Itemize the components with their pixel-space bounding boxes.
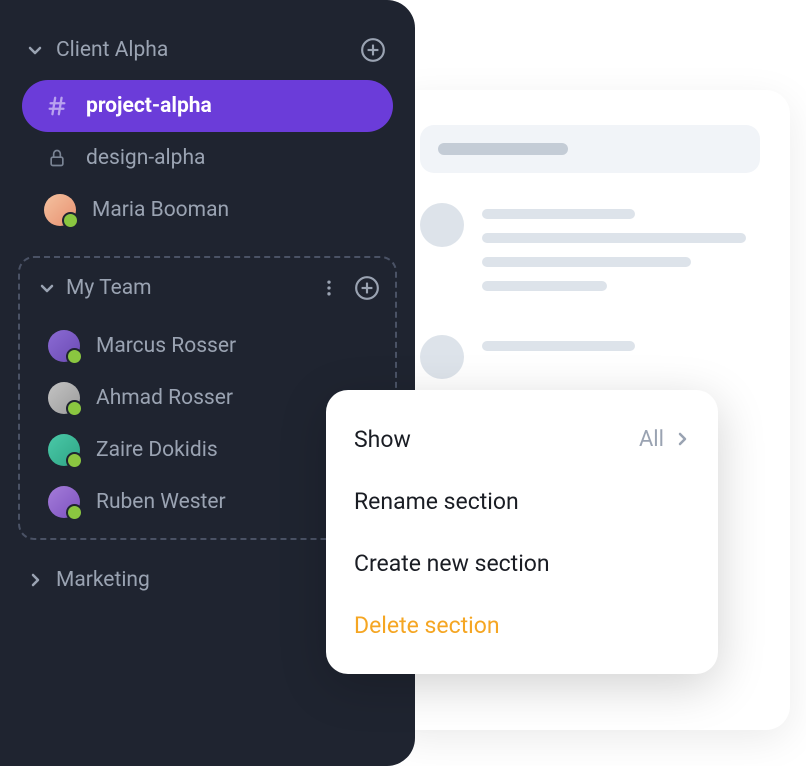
dm-marcus-rosser[interactable]: Marcus Rosser <box>32 320 383 372</box>
skeleton-line <box>482 209 635 219</box>
skeleton-line <box>482 233 746 243</box>
channel-project-alpha[interactable]: project-alpha <box>22 80 393 132</box>
avatar-skeleton <box>420 203 464 247</box>
section-header-client-alpha[interactable]: Client Alpha <box>18 28 397 72</box>
skeleton-line <box>482 281 607 291</box>
chevron-right-icon <box>26 571 44 589</box>
add-channel-button[interactable] <box>359 36 387 64</box>
avatar <box>48 330 80 362</box>
channel-label: design-alpha <box>86 146 205 170</box>
avatar-skeleton <box>420 335 464 379</box>
channel-design-alpha[interactable]: design-alpha <box>22 132 393 184</box>
avatar <box>48 382 80 414</box>
avatar <box>48 434 80 466</box>
channel-label: project-alpha <box>86 94 212 118</box>
lines-skeleton <box>482 335 760 379</box>
section-title: My Team <box>66 276 305 300</box>
user-label: Maria Booman <box>92 198 229 222</box>
section-header-my-team[interactable]: My Team <box>28 264 387 312</box>
menu-label: Rename section <box>354 488 690 515</box>
chevron-right-icon <box>674 426 690 453</box>
hash-icon <box>44 95 70 117</box>
user-label: Ahmad Rosser <box>96 386 233 410</box>
search-placeholder-bar <box>420 125 760 173</box>
message-skeleton <box>420 203 760 305</box>
lock-icon <box>44 148 70 168</box>
menu-item-create-new-section[interactable]: Create new section <box>326 532 718 594</box>
user-label: Zaire Dokidis <box>96 438 218 462</box>
chevron-down-icon <box>26 41 44 59</box>
add-member-button[interactable] <box>353 274 381 302</box>
menu-label: Create new section <box>354 550 690 577</box>
menu-item-rename-section[interactable]: Rename section <box>326 470 718 532</box>
section-context-menu: Show All Rename section Create new secti… <box>326 390 718 674</box>
lines-skeleton <box>482 203 760 305</box>
dm-maria-booman[interactable]: Maria Booman <box>22 184 393 236</box>
menu-label: Show <box>354 426 629 453</box>
user-label: Ruben Wester <box>96 490 226 514</box>
skeleton-line <box>482 257 691 267</box>
menu-label: Delete section <box>354 612 690 639</box>
avatar <box>44 194 76 226</box>
chevron-down-icon <box>38 279 56 297</box>
menu-item-show[interactable]: Show All <box>326 408 718 470</box>
more-options-button[interactable] <box>315 274 343 302</box>
message-skeleton <box>420 335 760 379</box>
menu-value: All <box>639 427 664 452</box>
avatar <box>48 486 80 518</box>
section-title: Client Alpha <box>56 38 347 62</box>
menu-item-delete-section[interactable]: Delete section <box>326 594 718 656</box>
channel-list: project-alpha design-alpha Maria Booman <box>18 80 397 236</box>
section-title: Marketing <box>56 568 347 592</box>
skeleton-bar <box>438 143 568 155</box>
user-label: Marcus Rosser <box>96 334 236 358</box>
skeleton-line <box>482 341 635 351</box>
